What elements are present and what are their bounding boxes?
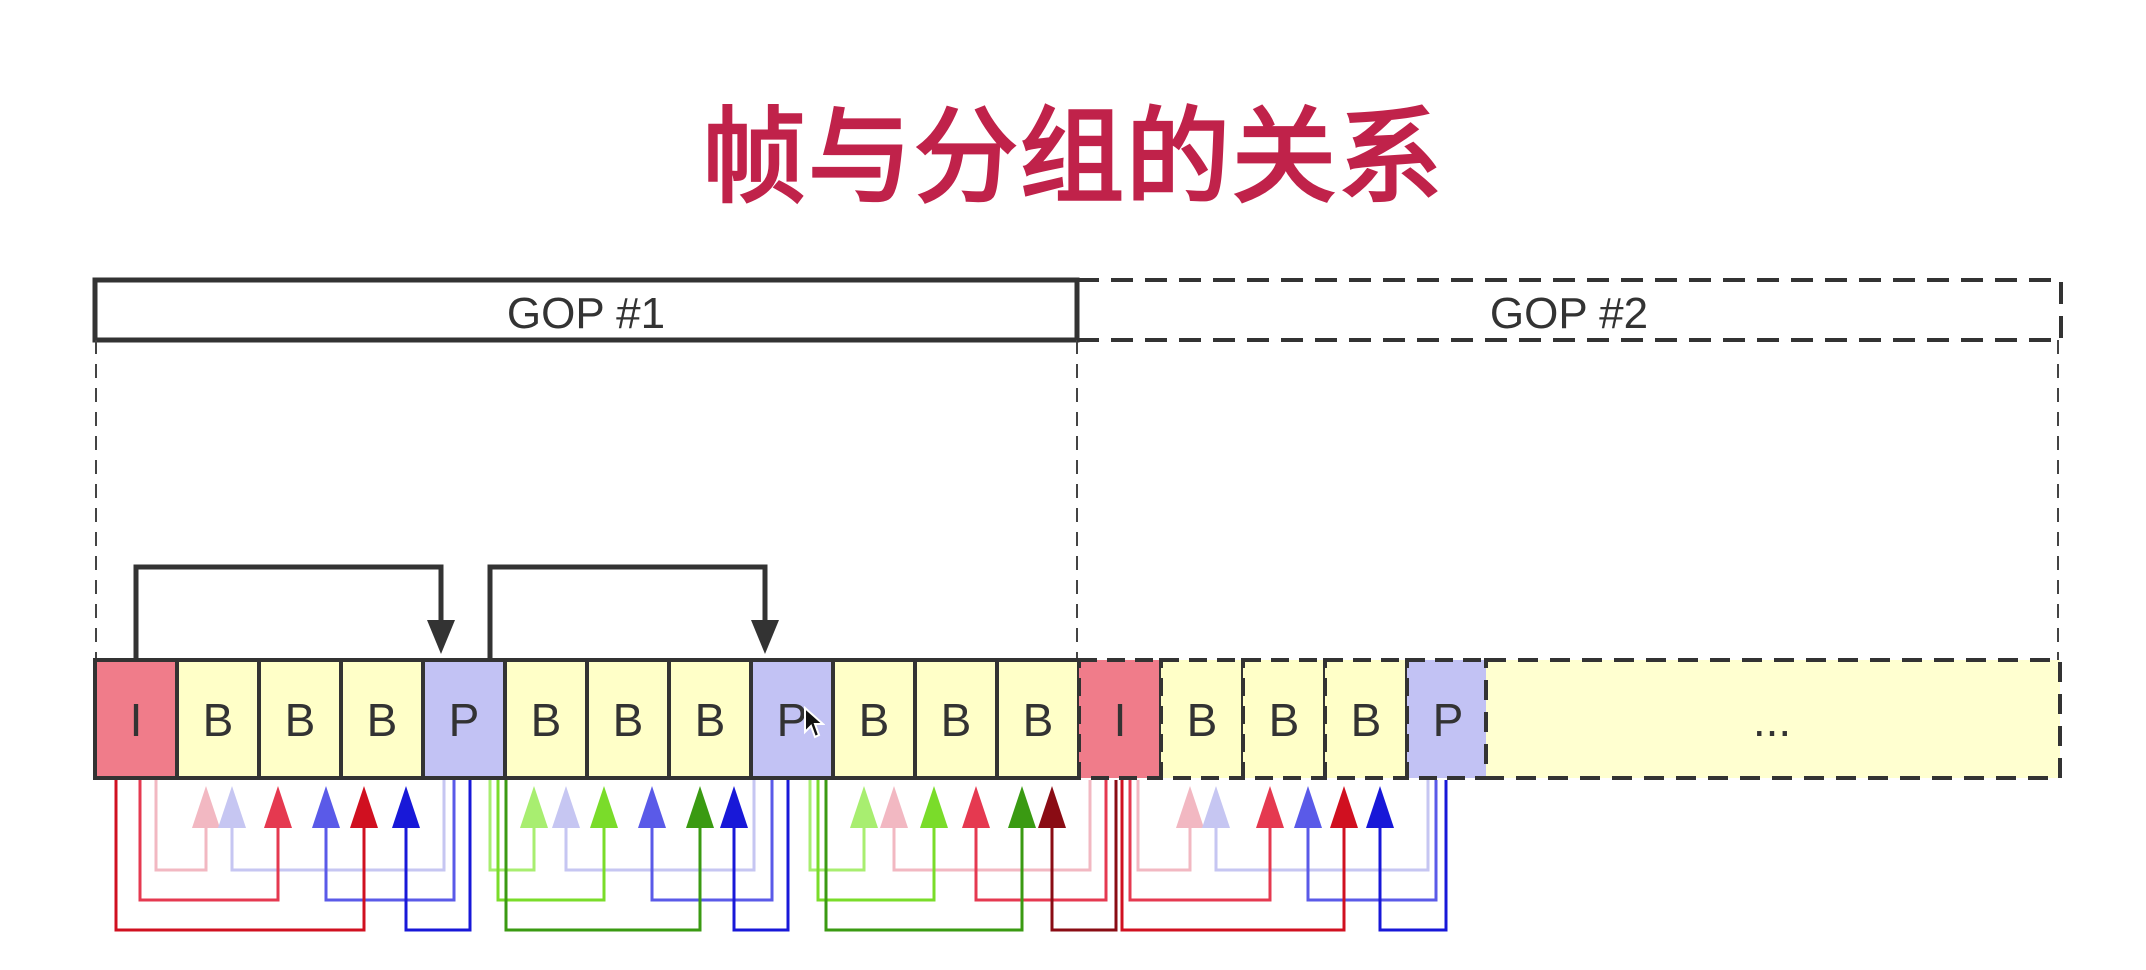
frame-B-2: B — [175, 658, 261, 780]
frame-B-4: B — [339, 658, 425, 780]
ellipsis-label: ... — [1753, 694, 1791, 746]
dep-arrow-b2-from-p — [312, 780, 456, 902]
frame-B-14: B — [1159, 658, 1245, 780]
dep-arrow-b11-from-i — [1038, 780, 1118, 932]
p-reference-arrow-1 — [133, 564, 455, 658]
dep-arrow-b1-from-i — [154, 780, 220, 872]
frame-B-11: B — [913, 658, 999, 780]
frame-B-8: B — [667, 658, 753, 780]
frame-label: P — [449, 694, 480, 746]
dep-arrow-b2-from-i — [138, 780, 292, 902]
gop-1-box: GOP #1 — [92, 277, 1080, 660]
frame-B-12: B — [995, 658, 1081, 780]
frame-label: I — [1114, 694, 1127, 746]
frame-label: B — [285, 694, 316, 746]
frame-B-7: B — [585, 658, 671, 780]
frame-label: B — [1187, 694, 1218, 746]
dep-arrow-b13-from-i — [1136, 780, 1204, 872]
dep-arrow-b15-from-i — [1120, 780, 1358, 932]
ellipsis-region: ... — [1484, 658, 2062, 780]
dep-arrow-b3-from-p — [392, 780, 472, 932]
dep-arrow-b14-from-i — [1128, 780, 1284, 902]
frame-label: B — [1351, 694, 1382, 746]
frame-label: P — [1433, 694, 1464, 746]
frame-label: B — [1023, 694, 1054, 746]
frame-B-16: B — [1323, 658, 1409, 780]
frame-label: B — [859, 694, 890, 746]
b-frame-dependency-arrows — [114, 780, 1448, 932]
gop-2-label: GOP #2 — [1490, 289, 1648, 338]
frame-label: B — [1269, 694, 1300, 746]
dep-arrow-b10-from-i — [962, 780, 1108, 902]
gop-1-label: GOP #1 — [507, 289, 665, 338]
dep-arrow-b6-from-p — [496, 780, 618, 902]
p-reference-arrow-2 — [487, 564, 779, 658]
frame-I-1: I — [93, 658, 179, 780]
frame-B-3: B — [257, 658, 343, 780]
frame-B-15: B — [1241, 658, 1327, 780]
dep-arrow-b10-from-p — [816, 780, 948, 902]
frame-label: B — [941, 694, 972, 746]
frame-label: B — [203, 694, 234, 746]
frame-label: B — [367, 694, 398, 746]
frame-label: B — [613, 694, 644, 746]
mouse-cursor-icon — [804, 706, 825, 739]
frame-B-6: B — [503, 658, 589, 780]
dep-arrow-b6-from-p2 — [638, 780, 774, 902]
dep-arrow-b14-from-p — [1294, 780, 1438, 902]
frame-B-10: B — [831, 658, 917, 780]
dep-arrow-b15-from-p — [1366, 780, 1448, 932]
frame-P-5: P — [421, 658, 507, 780]
frame-P-17: P — [1405, 658, 1491, 780]
dep-arrow-b9-from-p — [808, 780, 878, 872]
frame-I-13: I — [1077, 658, 1163, 780]
frame-label: B — [695, 694, 726, 746]
frame-label: I — [130, 694, 143, 746]
gop-2-box: GOP #2 — [1075, 278, 2063, 660]
frame-strip: IBBBPBBBPBBBIBBBP — [93, 658, 1491, 780]
gop-frame-diagram: GOP #1 GOP #2 IBBBPBBBPBBBIBBBP ... — [92, 277, 2063, 932]
frame-label: B — [531, 694, 562, 746]
